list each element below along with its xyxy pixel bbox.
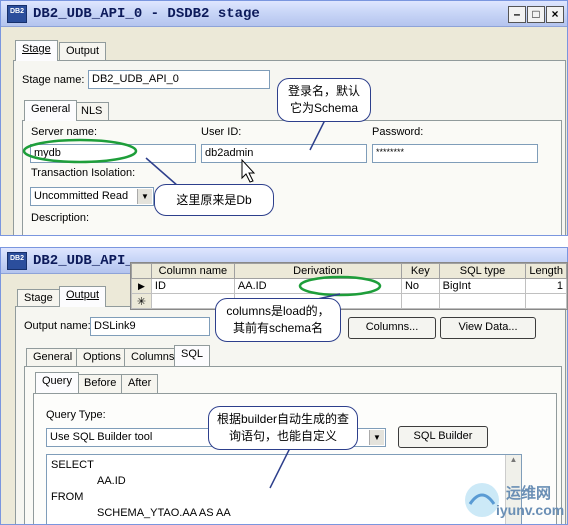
site-watermark: 运维网 iyunv.com xyxy=(462,478,565,522)
watermark-domain: iyunv.com xyxy=(496,502,565,518)
db-callout: 这里原来是Db xyxy=(154,184,274,216)
callout-pointer xyxy=(145,157,179,187)
columns-callout: columns是load的，其前有schema名 xyxy=(215,298,341,342)
mouse-cursor-icon xyxy=(241,158,256,183)
callout-pointer xyxy=(269,447,291,489)
builder-callout: 根据builder自动生成的查询语句，也能自定义 xyxy=(208,406,358,450)
watermark-brand: 运维网 xyxy=(506,485,552,502)
server-name-highlight xyxy=(22,138,138,164)
login-callout: 登录名，默认它为Schema xyxy=(277,78,371,122)
derivation-highlight xyxy=(298,275,382,297)
callout-pointer xyxy=(309,117,327,151)
